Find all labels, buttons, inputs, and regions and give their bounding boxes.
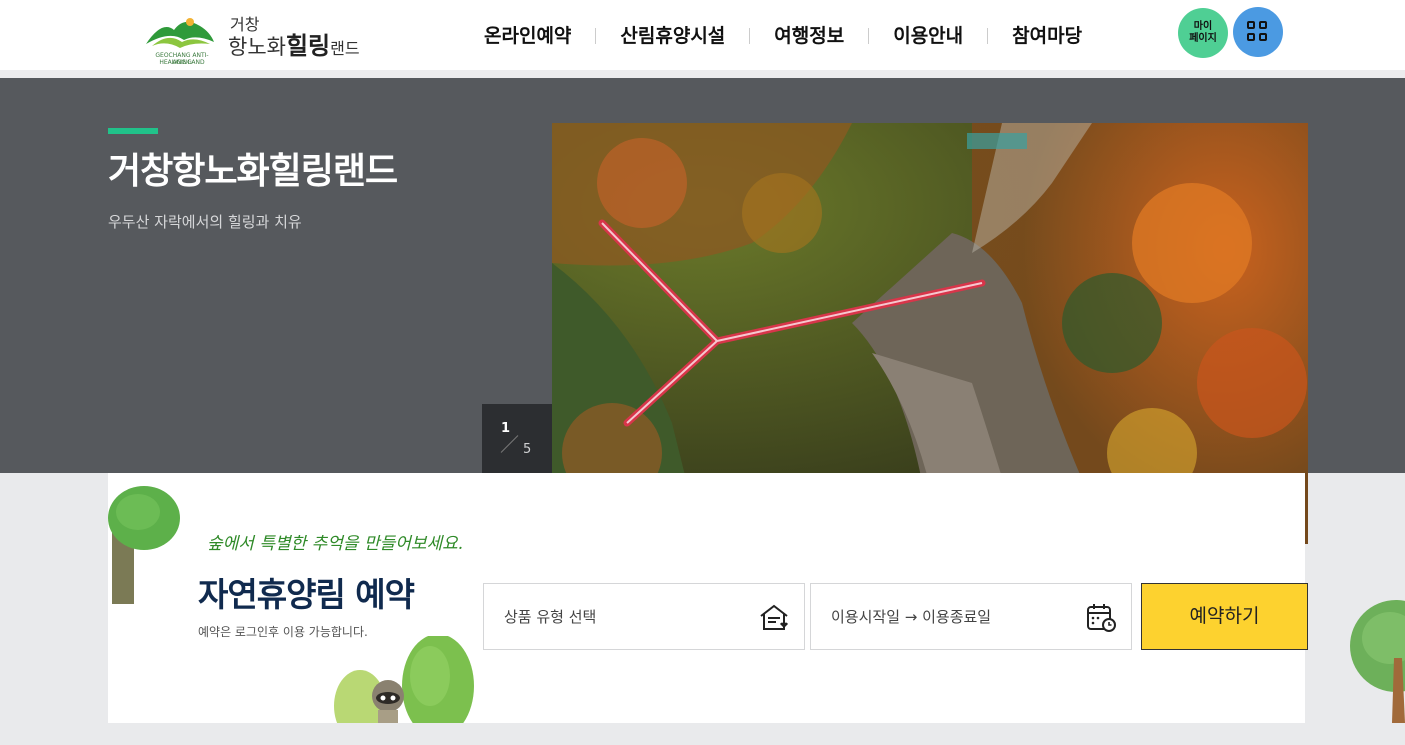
logo-text-line2: 항노화힐링랜드 <box>228 34 360 61</box>
house-heart-icon <box>760 604 788 630</box>
mypage-label-line2: 페이지 <box>1189 33 1217 44</box>
logo-text-line1: 거창 <box>230 15 260 34</box>
hero-subtitle: 우두산 자락에서의 힐링과 치유 <box>108 213 302 231</box>
slide-pager: 1 5 <box>482 404 552 474</box>
tree-illustration-right <box>1350 600 1405 723</box>
calendar-clock-icon <box>1087 604 1116 632</box>
slide-total: 5 <box>523 442 532 457</box>
mypage-button[interactable]: 마이 페이지 <box>1178 8 1228 58</box>
nav-item-forest-facilities[interactable]: 산림휴양시설 <box>596 22 749 50</box>
date-range-picker[interactable]: 이용시작일 → 이용종료일 <box>810 583 1132 650</box>
site-header: GEOCHANG ANTI-AGING HEALING LAND 거창 항노화힐… <box>0 0 1405 70</box>
reserve-button[interactable]: 예약하기 <box>1141 583 1308 650</box>
logo-text-c: 랜드 <box>330 39 360 58</box>
nav-item-travel-info[interactable]: 여행정보 <box>750 22 868 50</box>
hero-title: 거창항노화힐링랜드 <box>108 151 398 192</box>
logo-text-a: 항노화 <box>228 35 286 59</box>
nav-item-usage-guide[interactable]: 이용안내 <box>869 22 987 50</box>
raccoon-forest-illustration <box>334 636 474 723</box>
reservation-tagline: 숲에서 특별한 추억을 만들어보세요. <box>207 534 464 554</box>
date-range-label: 이용시작일 → 이용종료일 <box>831 608 992 626</box>
hero-accent-bar <box>108 128 158 134</box>
logo-text-b: 힐링 <box>285 32 331 60</box>
tree-illustration-left <box>108 486 180 604</box>
mypage-label-line1: 마이 <box>1193 21 1213 32</box>
slide-current: 1 <box>501 421 511 436</box>
logo-english-line2: HEALING LAND <box>159 59 205 66</box>
nav-item-online-reservation[interactable]: 온라인예약 <box>460 22 595 50</box>
pager-divider <box>500 435 519 453</box>
product-type-label: 상품 유형 선택 <box>504 608 597 626</box>
header-divider <box>0 70 1405 78</box>
site-logo[interactable]: GEOCHANG ANTI-AGING HEALING LAND 거창 항노화힐… <box>144 12 364 66</box>
main-nav: 온라인예약 산림휴양시설 여행정보 이용안내 참여마당 <box>460 22 1106 50</box>
all-menu-button[interactable] <box>1233 7 1283 57</box>
nav-item-community[interactable]: 참여마당 <box>988 22 1106 50</box>
product-type-select[interactable]: 상품 유형 선택 <box>483 583 805 650</box>
reservation-title: 자연휴양림 예약 <box>198 575 415 614</box>
